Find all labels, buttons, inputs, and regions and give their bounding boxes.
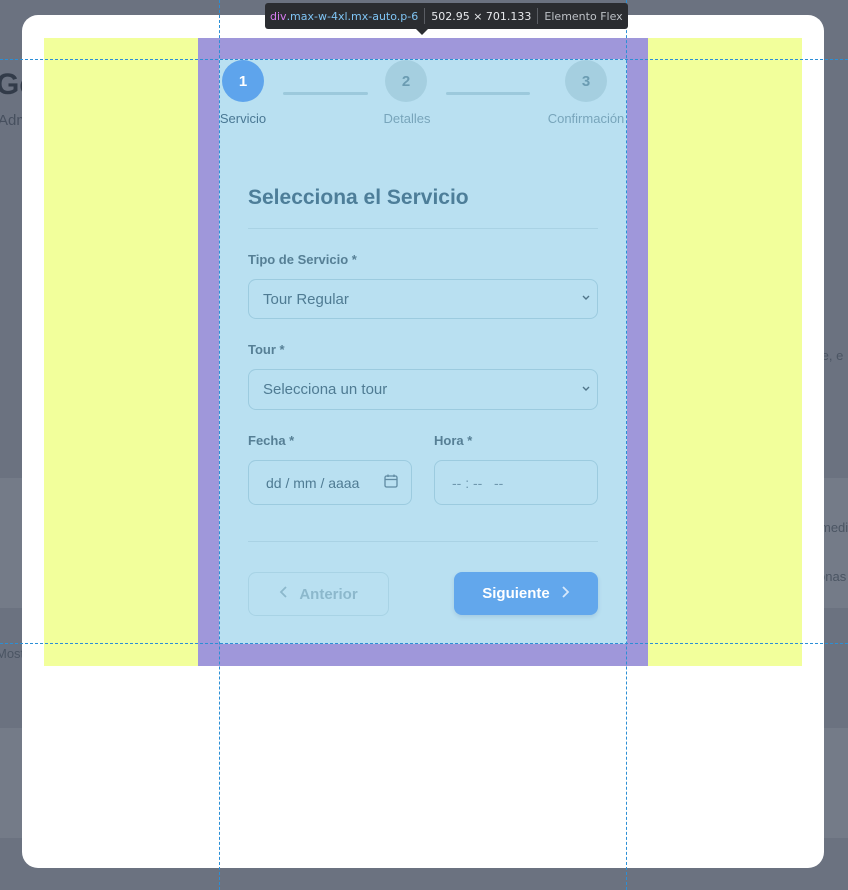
step-1-indicator[interactable]: 1 — [222, 60, 264, 102]
step-connector — [446, 92, 530, 95]
service-type-value: Tour Regular — [263, 290, 349, 308]
tour-select[interactable]: Selecciona un tour — [248, 369, 598, 410]
tooltip-size: 502.95 × 701.133 — [431, 9, 532, 23]
tooltip-badge: Elemento Flex — [544, 9, 623, 23]
tooltip-separator — [537, 8, 539, 24]
date-placeholder: dd / mm / aaaa — [266, 474, 360, 491]
next-button[interactable]: Siguiente — [454, 572, 598, 615]
devtools-guide-line — [626, 0, 627, 890]
tour-label: Tour * — [248, 342, 285, 357]
heading-divider — [248, 228, 598, 229]
previous-button[interactable]: Anterior — [248, 572, 389, 616]
background-edge-text: medi — [820, 520, 848, 535]
chevron-right-icon — [560, 585, 570, 603]
chevron-down-icon — [581, 383, 591, 396]
devtools-guide-line — [219, 0, 220, 890]
step-3-label: Confirmación — [547, 111, 625, 126]
service-type-label: Tipo de Servicio * — [248, 252, 357, 267]
step-1-label: Servicio — [219, 111, 267, 126]
actions-divider — [248, 541, 598, 542]
time-label: Hora * — [434, 433, 473, 448]
tooltip-separator — [424, 8, 426, 24]
next-button-label: Siguiente — [482, 585, 550, 602]
service-type-select[interactable]: Tour Regular — [248, 279, 598, 319]
devtools-inspect-tooltip: div .max-w-4xl.mx-auto.p-6 502.95 × 701.1… — [265, 3, 628, 29]
step-2-indicator[interactable]: 2 — [385, 60, 427, 102]
step-2-label: Detalles — [383, 111, 431, 126]
time-input[interactable]: -- : -- -- — [434, 460, 598, 505]
devtools-guide-line — [0, 59, 848, 60]
step-connector — [283, 92, 368, 95]
background-edge-text: Most — [0, 646, 25, 661]
time-placeholder: -- : -- -- — [452, 474, 504, 491]
chevron-left-icon — [279, 585, 289, 603]
date-input[interactable]: dd / mm / aaaa — [248, 460, 412, 505]
previous-button-label: Anterior — [299, 585, 358, 603]
chevron-down-icon — [581, 293, 591, 306]
date-label: Fecha * — [248, 433, 295, 448]
tooltip-arrow — [416, 29, 428, 35]
tour-value: Selecciona un tour — [263, 381, 388, 398]
form-heading: Selecciona el Servicio — [248, 186, 469, 209]
calendar-icon[interactable] — [383, 473, 399, 493]
step-3-indicator[interactable]: 3 — [565, 60, 607, 102]
tooltip-classes: .max-w-4xl.mx-auto.p-6 — [286, 9, 419, 23]
devtools-guide-line — [0, 643, 848, 644]
tooltip-tag: div — [270, 9, 287, 23]
